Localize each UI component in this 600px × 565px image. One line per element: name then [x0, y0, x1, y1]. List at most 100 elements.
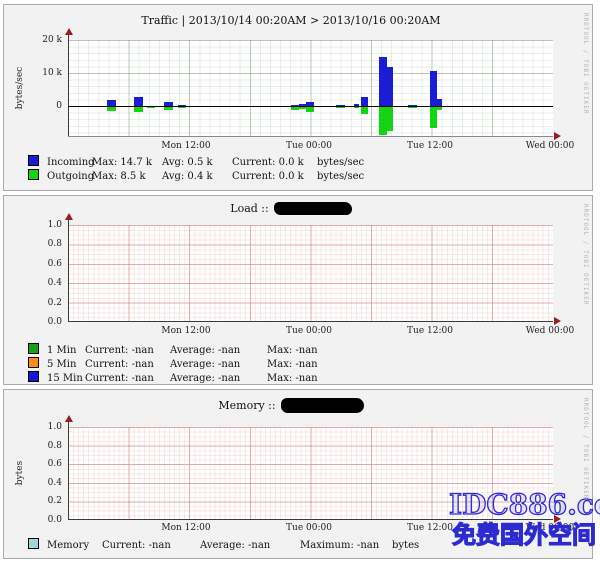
load-ytick: 0.2 — [26, 298, 62, 308]
load-ytick: 0.0 — [26, 317, 62, 327]
traffic-bar-outgoing — [354, 107, 359, 108]
legend-name: Outgoing — [47, 171, 92, 183]
legend-max: Max: -nan — [267, 359, 318, 371]
traffic-x-axis — [68, 136, 553, 137]
1min-swatch-icon — [28, 343, 39, 354]
legend-max: Max: -nan — [267, 373, 318, 385]
y-axis-arrow-icon — [65, 415, 73, 422]
traffic-bar-outgoing — [430, 107, 437, 128]
load-x-axis — [68, 321, 553, 322]
traffic-bar-incoming — [361, 97, 368, 106]
traffic-ytick-10k: 10 k — [26, 68, 62, 78]
traffic-zero-line — [68, 106, 553, 107]
traffic-bars — [68, 40, 553, 137]
memory-plot-area — [68, 427, 553, 520]
legend-row-memory: MemoryCurrent: -nanAverage: -nanMaximum:… — [4, 538, 592, 552]
traffic-graph-panel: Traffic | 2013/10/14 00:20AM > 2013/10/1… — [3, 4, 593, 191]
incoming-swatch-icon — [28, 155, 39, 166]
memory-ytick: 0.8 — [26, 441, 62, 451]
memory-xtick-tue12: Tue 12:00 — [400, 523, 460, 533]
traffic-bar-incoming — [430, 71, 437, 106]
load-xtick-tue12: Tue 12:00 — [400, 326, 460, 336]
traffic-bar-outgoing — [437, 107, 442, 110]
load-ytick: 0.6 — [26, 259, 62, 269]
load-ytick: 1.0 — [26, 220, 62, 230]
memory-ytick: 0.0 — [26, 515, 62, 525]
load-xtick-wed00: Wed 00:00 — [520, 326, 580, 336]
traffic-ytick-0: 0 — [26, 101, 62, 111]
legend-avg: Avg: 0.5 k — [162, 157, 232, 169]
traffic-xtick-tue00: Tue 00:00 — [279, 141, 339, 151]
load-ytick: 0.8 — [26, 239, 62, 249]
legend-current: Current: -nan — [85, 373, 170, 385]
memory-swatch-icon — [28, 538, 39, 549]
5min-swatch-icon — [28, 357, 39, 368]
legend-row-outgoing: OutgoingMax: 8.5 kAvg: 0.4 kCurrent: 0.0… — [4, 169, 592, 183]
legend-units: bytes/sec — [317, 157, 364, 169]
x-axis-arrow-icon — [554, 132, 561, 140]
legend-maximum: Maximum: -nan — [300, 540, 392, 552]
memory-x-axis — [68, 519, 553, 520]
legend-current: Current: -nan — [102, 540, 200, 552]
legend-current: Current: -nan — [85, 345, 170, 357]
y-axis-arrow-icon — [65, 213, 73, 220]
legend-row-5min: 5 MinCurrent: -nanAverage: -nanMax: -nan — [4, 357, 592, 371]
memory-ytick: 0.4 — [26, 478, 62, 488]
outgoing-swatch-icon — [28, 169, 39, 180]
traffic-bar-outgoing — [107, 107, 116, 111]
memory-ytick: 0.2 — [26, 496, 62, 506]
legend-units: bytes — [392, 540, 419, 552]
memory-xtick-wed00: Wed 00:00 — [520, 523, 580, 533]
traffic-xtick-tue12: Tue 12:00 — [400, 141, 460, 151]
legend-name: Memory — [47, 540, 102, 552]
rrdtool-watermark: RRDTOOL / TOBI OETIKER — [582, 204, 589, 305]
load-y-axis — [68, 220, 69, 322]
memory-xtick-mon12: Mon 12:00 — [156, 523, 216, 533]
legend-max: Max: -nan — [267, 345, 318, 357]
traffic-bar-outgoing — [408, 107, 417, 108]
memory-xtick-tue00: Tue 00:00 — [279, 523, 339, 533]
memory-title: Memory :: — [4, 398, 578, 413]
legend-average: Average: -nan — [170, 373, 267, 385]
legend-row-incoming: IncomingMax: 14.7 kAvg: 0.5 kCurrent: 0.… — [4, 155, 592, 169]
traffic-title: Traffic | 2013/10/14 00:20AM > 2013/10/1… — [4, 14, 578, 27]
legend-row-15min: 15 MinCurrent: -nanAverage: -nanMax: -na… — [4, 371, 592, 385]
load-graph-panel: Load :: RRDTOOL / TOBI OETIKER 1.0 0.8 0… — [3, 195, 593, 385]
legend-units: bytes/sec — [317, 171, 364, 183]
monitoring-graphs-page: Traffic | 2013/10/14 00:20AM > 2013/10/1… — [0, 0, 600, 565]
traffic-bar-incoming — [134, 97, 143, 106]
traffic-bar-outgoing — [299, 107, 306, 109]
traffic-plot-area — [68, 40, 553, 137]
legend-name: 15 Min — [47, 373, 85, 385]
traffic-xtick-wed00: Wed 00:00 — [520, 141, 580, 151]
traffic-bar-outgoing — [379, 107, 387, 135]
legend-avg: Avg: 0.4 k — [162, 171, 232, 183]
traffic-bar-outgoing — [147, 107, 155, 108]
legend-row-1min: 1 MinCurrent: -nanAverage: -nanMax: -nan — [4, 343, 592, 357]
traffic-y-axis-label: bytes/sec — [15, 67, 25, 109]
legend-average: Average: -nan — [200, 540, 300, 552]
memory-ytick: 0.6 — [26, 459, 62, 469]
load-xtick-tue00: Tue 00:00 — [279, 326, 339, 336]
traffic-bar-incoming — [437, 99, 442, 106]
traffic-bar-outgoing — [387, 107, 393, 131]
traffic-bar-incoming — [379, 57, 387, 106]
15min-swatch-icon — [28, 371, 39, 382]
legend-name: 5 Min — [47, 359, 85, 371]
load-xtick-mon12: Mon 12:00 — [156, 326, 216, 336]
load-ytick: 0.4 — [26, 278, 62, 288]
legend-current: Current: 0.0 k — [232, 157, 317, 169]
traffic-y-axis — [68, 35, 69, 137]
traffic-bar-outgoing — [336, 107, 345, 108]
legend-max: Max: 8.5 k — [92, 171, 162, 183]
memory-y-axis — [68, 422, 69, 520]
traffic-bar-outgoing — [178, 107, 186, 108]
memory-graph-panel: Memory :: RRDTOOL / TOBI OETIKER bytes 1… — [3, 389, 593, 559]
legend-max: Max: 14.7 k — [92, 157, 162, 169]
legend-current: Current: 0.0 k — [232, 171, 317, 183]
traffic-bar-outgoing — [164, 107, 173, 110]
rrdtool-watermark: RRDTOOL / TOBI OETIKER — [582, 13, 589, 114]
memory-y-axis-label: bytes — [15, 461, 25, 485]
load-plot-area — [68, 225, 553, 322]
traffic-bar-outgoing — [134, 107, 143, 112]
